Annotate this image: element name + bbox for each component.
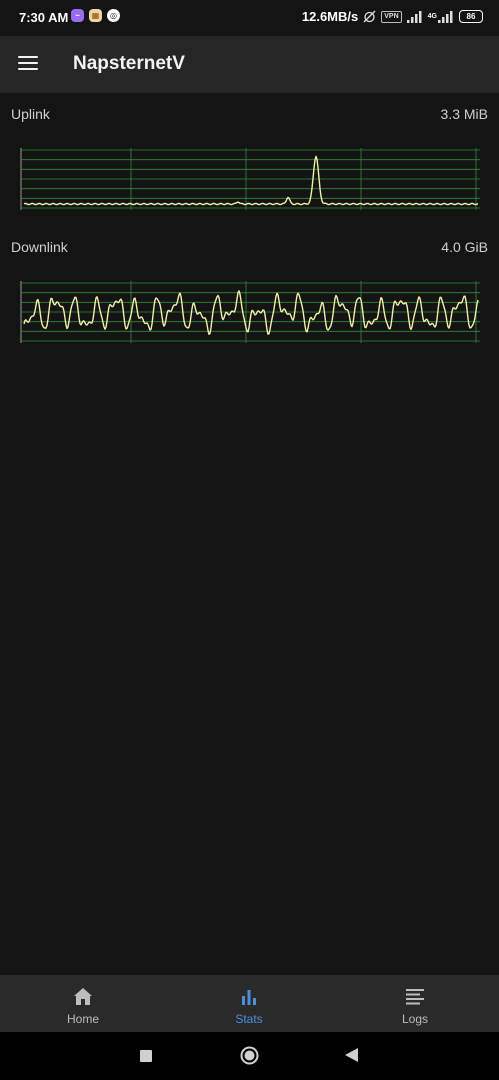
signal-icon: [406, 10, 422, 23]
status-time: 7:30 AM: [19, 10, 69, 25]
graph-trace: [23, 155, 479, 206]
downlink-value: 4.0 GiB: [441, 239, 488, 255]
nav-stats[interactable]: Stats: [166, 975, 332, 1032]
signal-icon-2: [438, 10, 453, 23]
network-speed: 12.6MB/s: [301, 9, 359, 24]
uplink-graph: [20, 148, 480, 210]
app-bar: NapsternetV: [0, 36, 499, 93]
messenger-icon: ~: [71, 9, 84, 22]
gallery-icon: ▦: [89, 9, 102, 22]
alarm-off-icon: [363, 10, 376, 23]
square-icon: [140, 1050, 152, 1062]
menu-icon[interactable]: [18, 55, 38, 71]
nav-logs[interactable]: Logs: [332, 975, 498, 1032]
bar-chart-icon: [242, 990, 256, 1005]
home-icon: [74, 988, 92, 1005]
uplink-value: 3.3 MiB: [440, 106, 488, 122]
nav-home-label: Home: [66, 1012, 99, 1026]
home-system-button[interactable]: [240, 1046, 259, 1070]
vpn-badge: VPN: [381, 10, 402, 23]
battery-level: 86: [466, 12, 476, 21]
uplink-label: Uplink: [11, 106, 50, 122]
network-type: 4G: [427, 13, 437, 20]
recents-button[interactable]: [140, 1049, 152, 1067]
battery-icon: 86: [459, 10, 483, 23]
back-triangle-icon: [345, 1048, 358, 1062]
back-button[interactable]: [345, 1048, 358, 1067]
downlink-graph: [20, 281, 480, 343]
status-bar: 7:30 AM ~ ▦ ◎ 12.6MB/s VPN 4G 86: [0, 0, 499, 36]
bottom-navigation: Home Stats Logs: [0, 975, 499, 1032]
app-icon: ◎: [107, 9, 120, 22]
notification-icons: ~ ▦ ◎: [71, 9, 120, 22]
status-right: 12.6MB/s VPN 4G 86: [302, 9, 483, 24]
screen: 7:30 AM ~ ▦ ◎ 12.6MB/s VPN 4G 86 Napster…: [0, 0, 499, 1080]
nav-home[interactable]: Home: [0, 975, 166, 1032]
graph-trace: [23, 290, 479, 335]
downlink-label: Downlink: [11, 239, 68, 255]
system-navigation: [0, 1032, 499, 1080]
nav-logs-label: Logs: [401, 1012, 429, 1026]
circle-icon: [240, 1046, 259, 1065]
app-title: NapsternetV: [73, 53, 185, 74]
nav-stats-label: Stats: [235, 1012, 263, 1026]
logs-icon: [406, 989, 424, 1005]
